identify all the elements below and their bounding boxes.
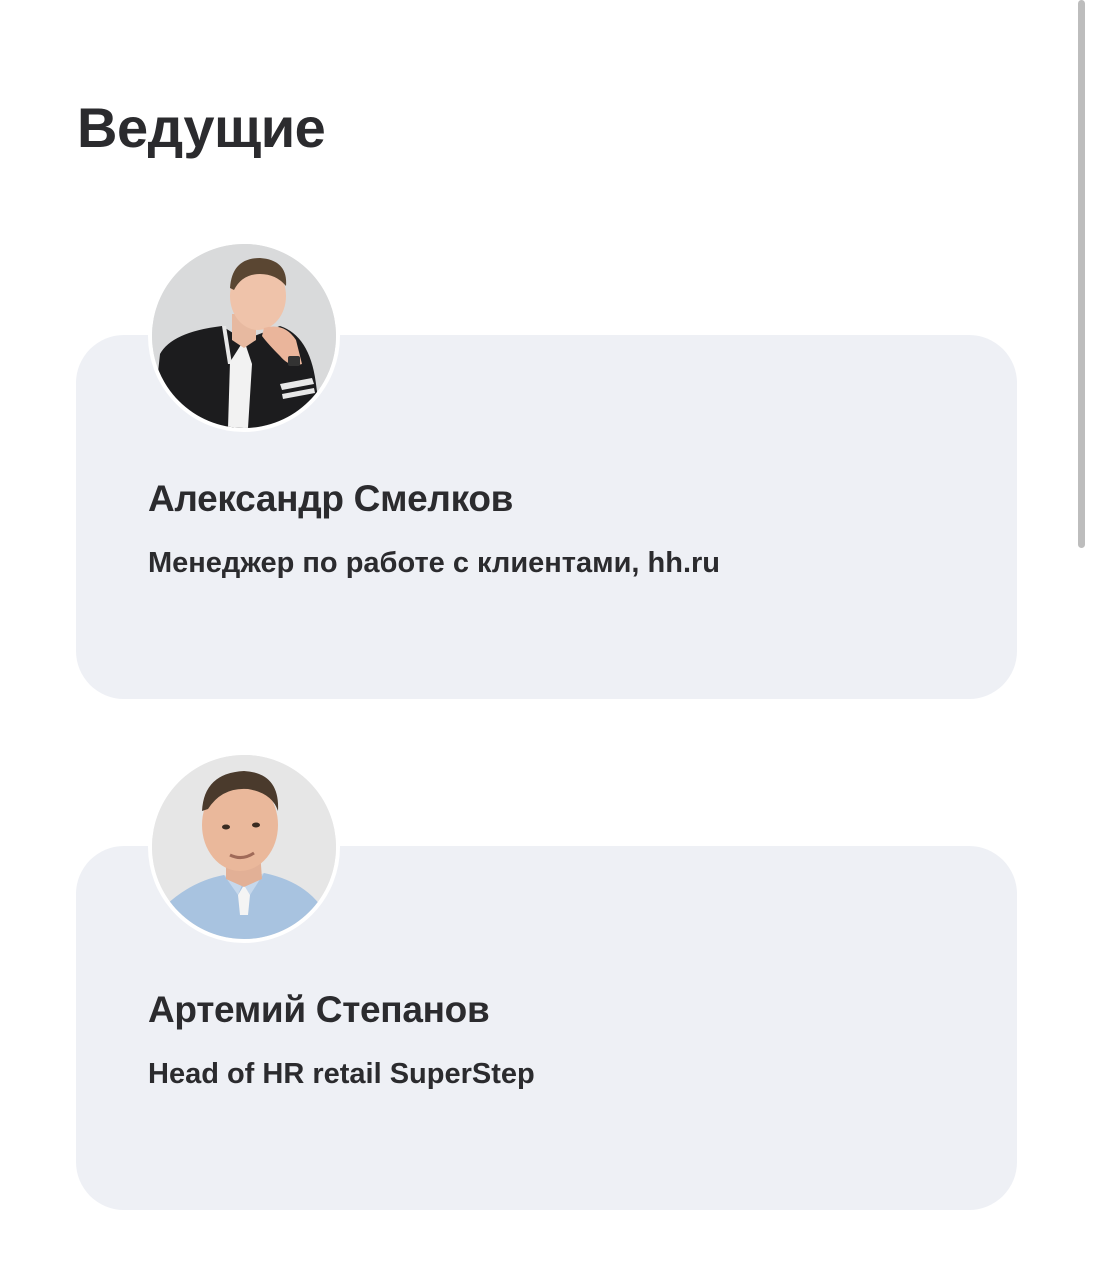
host-role: Менеджер по работе с клиентами, hh.ru: [148, 547, 720, 579]
host-name: Артемий Степанов: [148, 989, 490, 1030]
host-name: Александр Смелков: [148, 478, 514, 519]
avatar: [148, 751, 340, 943]
scrollbar[interactable]: [1078, 0, 1085, 548]
avatar: [148, 240, 340, 432]
host-role: Head of HR retail SuperStep: [148, 1058, 535, 1090]
page-title: Ведущие: [77, 96, 326, 159]
